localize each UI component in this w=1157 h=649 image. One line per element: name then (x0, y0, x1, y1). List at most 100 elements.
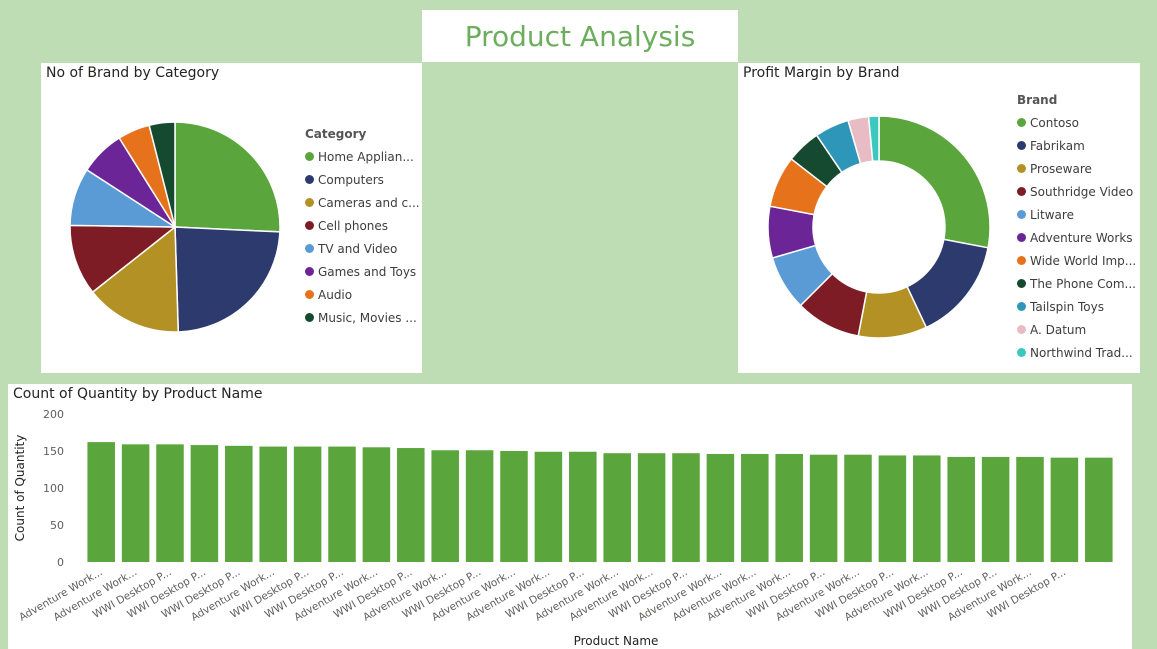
category-legend-item[interactable]: Computers (305, 168, 420, 191)
quantity-bar[interactable] (328, 446, 356, 562)
brand-legend-item[interactable]: The Phone Com... (1017, 272, 1136, 295)
quantity-bar[interactable] (637, 453, 666, 562)
quantity-bar[interactable] (156, 444, 184, 562)
y-tick-label: 200 (43, 408, 64, 421)
legend-marker (1017, 279, 1026, 288)
legend-marker (1017, 118, 1026, 127)
legend-marker (1017, 210, 1026, 219)
legend-label: The Phone Com... (1030, 276, 1136, 291)
legend-label: Computers (318, 172, 384, 187)
brand-legend: Brand Contoso Fabrikam Proseware Southridge… (1017, 93, 1136, 364)
legend-label: A. Datum (1030, 322, 1087, 337)
category-pie-slice[interactable] (174, 121, 281, 233)
quantity-bar[interactable] (913, 455, 941, 562)
legend-marker (305, 290, 314, 299)
quantity-bar[interactable] (1016, 456, 1044, 562)
legend-marker (1017, 325, 1026, 334)
legend-marker (305, 267, 314, 276)
quantity-bar[interactable] (706, 453, 735, 562)
quantity-bar[interactable] (844, 454, 872, 562)
legend-label: TV and Video (318, 241, 398, 256)
quantity-bar-visual[interactable]: Count of Quantity by Product Name 0 50 100… (8, 384, 1132, 649)
legend-marker (1017, 164, 1026, 173)
quantity-bar[interactable] (225, 445, 253, 562)
y-tick-label: 150 (43, 445, 64, 458)
y-tick-label: 0 (57, 556, 64, 569)
category-legend-item[interactable]: Home Applian... (305, 145, 420, 168)
brand-legend-item[interactable]: Wide World Imp... (1017, 249, 1136, 272)
legend-marker (305, 244, 314, 253)
quantity-bar[interactable] (672, 453, 700, 562)
legend-marker (305, 198, 314, 207)
quantity-bar[interactable] (534, 451, 563, 562)
category-legend-item[interactable]: Cell phones (305, 214, 420, 237)
quantity-bar[interactable] (1050, 457, 1079, 562)
y-tick-label: 100 (43, 482, 64, 495)
legend-marker (305, 313, 314, 322)
legend-marker (1017, 302, 1026, 311)
legend-label: Tailspin Toys (1030, 299, 1104, 314)
quantity-bar[interactable] (293, 446, 322, 562)
quantity-bar[interactable] (87, 442, 115, 562)
quantity-bar[interactable] (809, 454, 838, 562)
page-title-card: Product Analysis (422, 10, 738, 62)
quantity-bar-chart[interactable]: 0 50 100 150 200 Count of Quantity Product Nam… (8, 384, 1132, 649)
legend-label: Audio (318, 287, 353, 302)
brand-donut-slice[interactable] (878, 115, 991, 249)
quantity-bar[interactable] (878, 455, 907, 562)
quantity-bar[interactable] (431, 450, 459, 562)
quantity-bar[interactable] (190, 445, 219, 562)
legend-label: Fabrikam (1030, 138, 1085, 153)
legend-label: Southridge Video (1030, 184, 1134, 199)
category-legend-item[interactable]: TV and Video (305, 237, 420, 260)
x-axis-label: Product Name (574, 634, 659, 648)
brand-legend-item[interactable]: Northwind Trad... (1017, 341, 1136, 364)
quantity-bar[interactable] (775, 453, 803, 562)
brand-legend-item[interactable]: A. Datum (1017, 318, 1136, 341)
quantity-bar[interactable] (500, 451, 528, 562)
quantity-bar[interactable] (947, 456, 975, 562)
brand-legend-title: Brand (1017, 93, 1058, 107)
legend-marker (1017, 187, 1026, 196)
brand-legend-item[interactable]: Contoso (1017, 111, 1136, 134)
quantity-bar[interactable] (603, 453, 631, 562)
y-axis-label: Count of Quantity (13, 435, 27, 542)
category-legend-item[interactable]: Music, Movies ... (305, 306, 420, 329)
legend-label: Games and Toys (318, 264, 417, 279)
legend-marker (305, 152, 314, 161)
legend-label: Cameras and c... (318, 195, 420, 210)
brand-donut-visual[interactable]: Profit Margin by Brand Brand Contoso Fabr… (738, 63, 1140, 373)
quantity-bar[interactable] (465, 450, 494, 562)
brand-legend-item[interactable]: Litware (1017, 203, 1136, 226)
legend-label: Proseware (1030, 161, 1092, 176)
brand-legend-item[interactable]: Adventure Works (1017, 226, 1136, 249)
category-legend-item[interactable]: Cameras and c... (305, 191, 420, 214)
legend-label: Northwind Trad... (1030, 345, 1133, 360)
legend-label: Adventure Works (1030, 230, 1133, 245)
legend-marker (1017, 348, 1026, 357)
quantity-bar[interactable] (397, 448, 425, 562)
category-legend-item[interactable]: Games and Toys (305, 260, 420, 283)
legend-label: Contoso (1030, 115, 1079, 130)
category-legend-item[interactable]: Audio (305, 283, 420, 306)
page-title: Product Analysis (464, 19, 696, 53)
category-legend-title: Category (305, 127, 367, 141)
brand-legend-item[interactable]: Tailspin Toys (1017, 295, 1136, 318)
legend-marker (305, 175, 314, 184)
quantity-bar[interactable] (741, 453, 769, 562)
quantity-bar[interactable] (1085, 457, 1113, 562)
legend-label: Wide World Imp... (1030, 253, 1137, 268)
brand-legend-item[interactable]: Southridge Video (1017, 180, 1136, 203)
brand-legend-item[interactable]: Fabrikam (1017, 134, 1136, 157)
category-legend: Category Home Applian... Computers Cameras… (305, 127, 420, 329)
category-pie-slice[interactable] (174, 226, 281, 333)
category-pie-visual[interactable]: No of Brand by Category Category Home Ap… (41, 63, 422, 373)
brand-legend-item[interactable]: Proseware (1017, 157, 1136, 180)
legend-marker (1017, 256, 1026, 265)
quantity-bar[interactable] (121, 444, 150, 562)
quantity-bar[interactable] (362, 447, 391, 562)
quantity-bar[interactable] (569, 451, 597, 562)
quantity-bar[interactable] (981, 456, 1010, 562)
quantity-bar[interactable] (259, 446, 287, 562)
legend-marker (305, 221, 314, 230)
